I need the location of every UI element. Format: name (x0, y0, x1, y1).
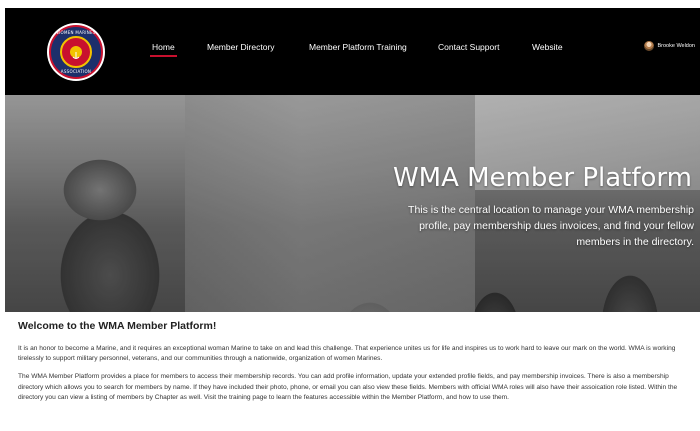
avatar (644, 41, 655, 51)
user-name: Brooke Weldon (657, 43, 695, 49)
nav-website[interactable]: Website (532, 42, 563, 52)
top-navbar: WOMEN MARINES ASSOCIATION Home Member Di… (5, 8, 700, 95)
nav-member-directory[interactable]: Member Directory (207, 42, 275, 52)
hero-subtitle: This is the central location to manage y… (408, 204, 694, 248)
main-content: Welcome to the WMA Member Platform! It i… (18, 320, 690, 411)
nav-contact-support[interactable]: Contact Support (438, 42, 499, 52)
hero-banner: WMA Member Platform This is the central … (5, 95, 700, 312)
nav-member-platform-training[interactable]: Member Platform Training (309, 42, 407, 52)
platform-paragraph: The WMA Member Platform provides a place… (18, 373, 678, 401)
nav-home[interactable]: Home (150, 42, 177, 57)
logo-bottom-text: ASSOCIATION (60, 69, 92, 74)
wma-logo[interactable]: WOMEN MARINES ASSOCIATION (47, 23, 105, 81)
top-margin (0, 0, 700, 8)
logo-ring: WOMEN MARINES ASSOCIATION (49, 25, 103, 79)
welcome-heading: Welcome to the WMA Member Platform! (18, 320, 217, 332)
intro-paragraph: It is an honor to become a Marine, and i… (18, 345, 676, 363)
logo-top-text: WOMEN MARINES (56, 30, 96, 35)
eagle-globe-anchor-icon (60, 36, 92, 68)
hero-title: WMA Member Platform (392, 163, 692, 193)
user-menu[interactable]: Brooke Weldon (644, 41, 695, 51)
